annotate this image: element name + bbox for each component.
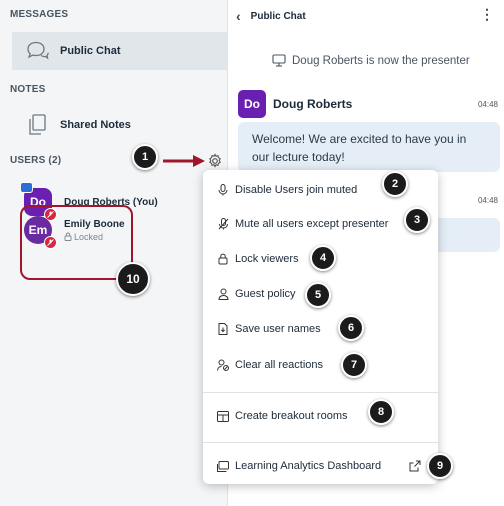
message-time: 04:48 (477, 196, 498, 205)
mic-off-icon (217, 218, 229, 230)
more-options-icon[interactable]: ⋮ (480, 6, 494, 23)
mic-icon (217, 184, 229, 196)
users-section-title: USERS (2) (10, 155, 62, 166)
lock-icon (217, 253, 229, 265)
messages-section-title: MESSAGES (10, 9, 69, 20)
menu-item-learning-analytics-dashboard[interactable]: Learning Analytics Dashboard (203, 452, 438, 480)
user-icon (217, 288, 229, 300)
system-message: Doug Roberts is now the presenter (272, 54, 470, 67)
chat-title: Public Chat (250, 10, 306, 22)
message-author: Doug Roberts (273, 97, 353, 111)
sidebar-item-label: Shared Notes (60, 119, 131, 131)
chevron-left-icon[interactable]: ‹ (236, 8, 241, 24)
menu-item-save-user-names[interactable]: Save user names (203, 315, 438, 343)
presentation-icon (272, 54, 286, 67)
callout-4: 4 (310, 245, 336, 271)
callout-8: 8 (368, 399, 394, 425)
presenter-icon (20, 182, 33, 193)
callout-2: 2 (382, 171, 408, 197)
highlight-box (20, 205, 133, 280)
clear-reactions-icon (217, 359, 229, 371)
message-bubble (428, 218, 500, 252)
arrow-right-icon (163, 155, 205, 167)
menu-item-mute-all-except-presenter[interactable]: Mute all users except presenter (203, 210, 438, 238)
breakout-rooms-icon (217, 410, 229, 422)
callout-10: 10 (116, 262, 150, 296)
sidebar-item-shared-notes[interactable]: Shared Notes (12, 106, 228, 144)
message-bubble: Welcome! We are excited to have you in o… (238, 122, 500, 172)
users-sidebar: MESSAGES Public Chat NOTES Shared Notes … (0, 0, 228, 506)
menu-divider (203, 392, 438, 393)
chat-header[interactable]: ‹ Public Chat (236, 8, 306, 24)
sidebar-item-public-chat[interactable]: Public Chat (12, 32, 228, 70)
callout-6: 6 (338, 315, 364, 341)
user-options-menu: Disable Users join muted Mute all users … (203, 170, 438, 484)
menu-item-create-breakout-rooms[interactable]: Create breakout rooms (203, 402, 438, 430)
menu-divider (203, 442, 438, 443)
callout-1: 1 (132, 144, 158, 170)
menu-item-clear-all-reactions[interactable]: Clear all reactions (203, 351, 438, 379)
save-file-icon (217, 323, 229, 335)
message-time: 04:48 (477, 100, 498, 109)
sidebar-item-label: Public Chat (60, 45, 121, 57)
notes-section-title: NOTES (10, 84, 46, 95)
callout-5: 5 (305, 282, 331, 308)
callout-3: 3 (404, 207, 430, 233)
external-link-icon (409, 460, 421, 475)
notes-pages-icon (24, 112, 50, 138)
chat-bubbles-icon (24, 38, 50, 64)
avatar: Do (238, 90, 266, 118)
dashboard-icon (217, 460, 229, 472)
callout-9: 9 (427, 453, 453, 479)
gear-icon[interactable] (207, 153, 223, 169)
callout-7: 7 (341, 352, 367, 378)
